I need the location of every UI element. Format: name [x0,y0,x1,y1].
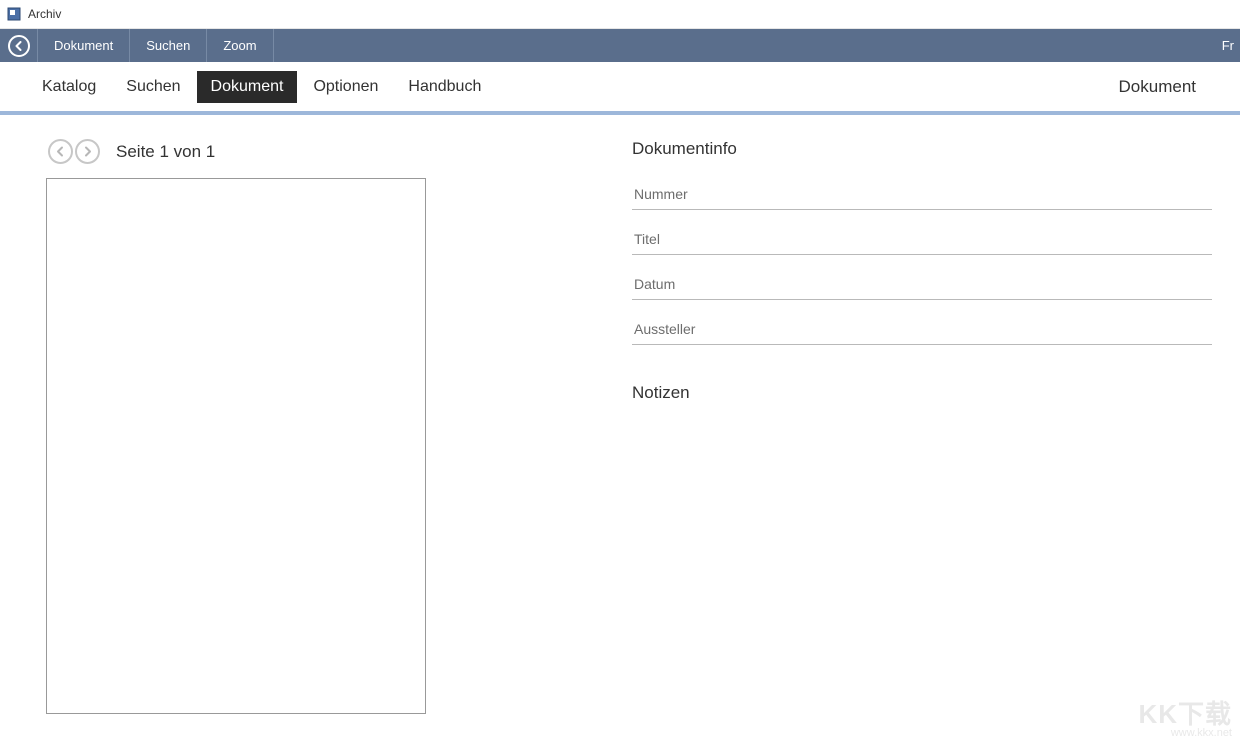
window-title: Archiv [28,7,61,21]
info-field-datum[interactable]: Datum [632,269,1212,300]
tab-handbuch[interactable]: Handbuch [394,71,495,103]
tabstrip: Katalog Suchen Dokument Optionen Handbuc… [0,62,1240,115]
tab-label: Handbuch [408,78,481,95]
tab-optionen[interactable]: Optionen [299,71,392,103]
chevron-left-icon [55,146,66,157]
content: Seite 1 von 1 Dokumentinfo Nummer Titel … [0,115,1240,714]
notes-section-title: Notizen [632,383,1212,403]
back-button[interactable] [0,29,38,62]
info-field-titel[interactable]: Titel [632,224,1212,255]
info-field-aussteller[interactable]: Aussteller [632,314,1212,345]
next-page-button[interactable] [75,139,100,164]
titlebar: Archiv [0,0,1240,29]
right-pane: Dokumentinfo Nummer Titel Datum Ausstell… [606,139,1212,714]
tab-label: Katalog [42,78,96,95]
toolbar-item-label: Suchen [146,38,190,53]
pager: Seite 1 von 1 [48,139,606,164]
info-field-nummer[interactable]: Nummer [632,179,1212,210]
app-icon [6,6,22,22]
tabstrip-right-label: Dokument [1119,77,1226,97]
toolbar-item-suchen[interactable]: Suchen [130,29,207,62]
tab-katalog[interactable]: Katalog [28,71,110,103]
info-field-label: Nummer [634,186,688,202]
toolbar-right-text: Fr [1222,29,1240,62]
tab-suchen[interactable]: Suchen [112,71,194,103]
info-section-title: Dokumentinfo [632,139,1212,159]
toolbar-item-label: Zoom [223,38,256,53]
tab-dokument[interactable]: Dokument [197,71,298,103]
info-field-label: Datum [634,276,675,292]
toolbar-item-zoom[interactable]: Zoom [207,29,273,62]
back-arrow-icon [8,35,30,57]
chevron-right-icon [82,146,93,157]
watermark-small: www.kkx.net [1138,727,1232,739]
info-field-label: Titel [634,231,660,247]
tab-label: Dokument [211,78,284,95]
toolbar: Dokument Suchen Zoom Fr [0,29,1240,62]
prev-page-button[interactable] [48,139,73,164]
info-field-label: Aussteller [634,321,695,337]
toolbar-item-label: Dokument [54,38,113,53]
tab-label: Optionen [313,78,378,95]
document-preview[interactable] [46,178,426,714]
pager-text: Seite 1 von 1 [116,142,215,162]
left-pane: Seite 1 von 1 [46,139,606,714]
toolbar-item-dokument[interactable]: Dokument [38,29,130,62]
tab-label: Suchen [126,78,180,95]
